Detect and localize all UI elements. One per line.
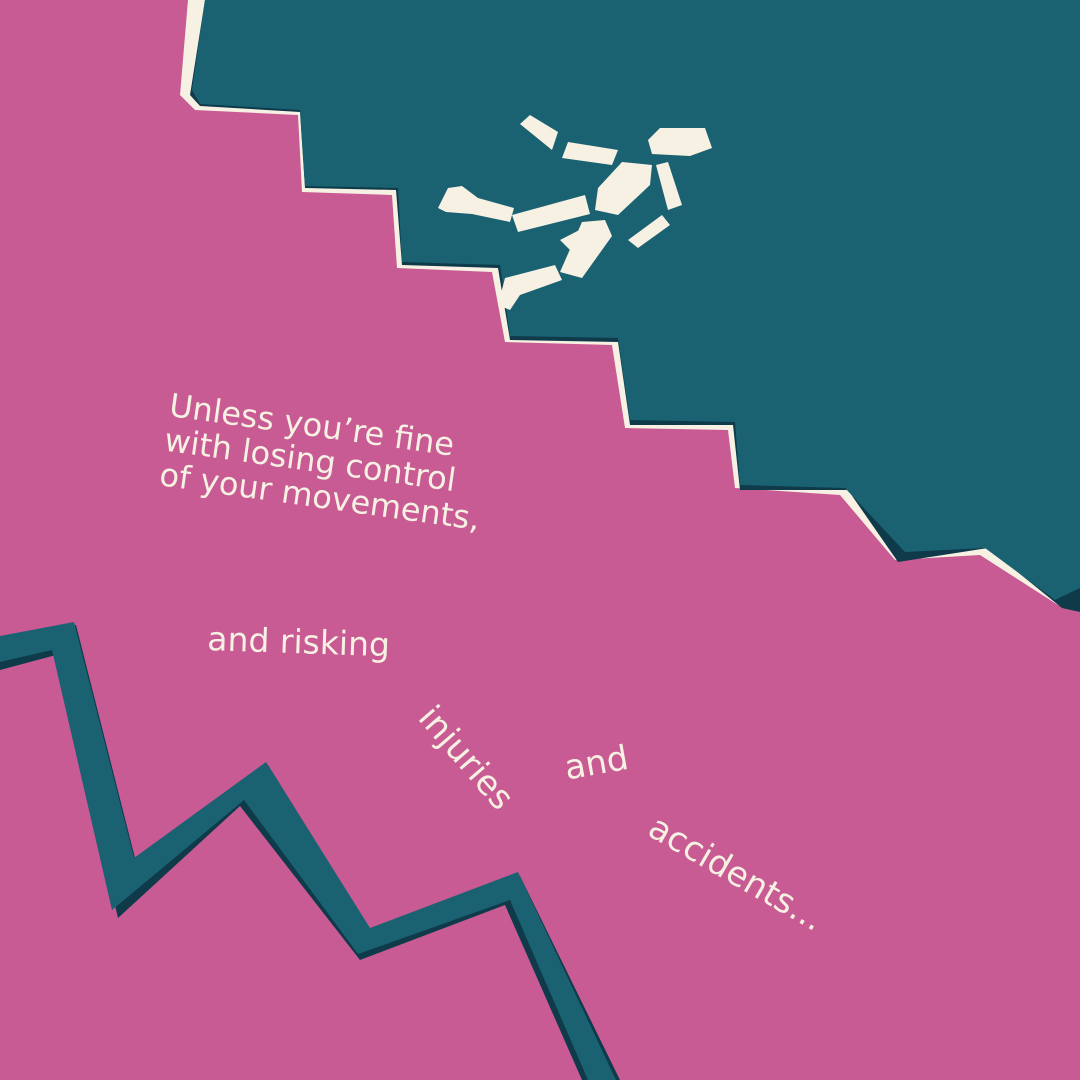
illustration-scene bbox=[0, 0, 1080, 1080]
word-and: and bbox=[561, 737, 632, 789]
phrase-and-risking: and risking bbox=[206, 619, 391, 665]
